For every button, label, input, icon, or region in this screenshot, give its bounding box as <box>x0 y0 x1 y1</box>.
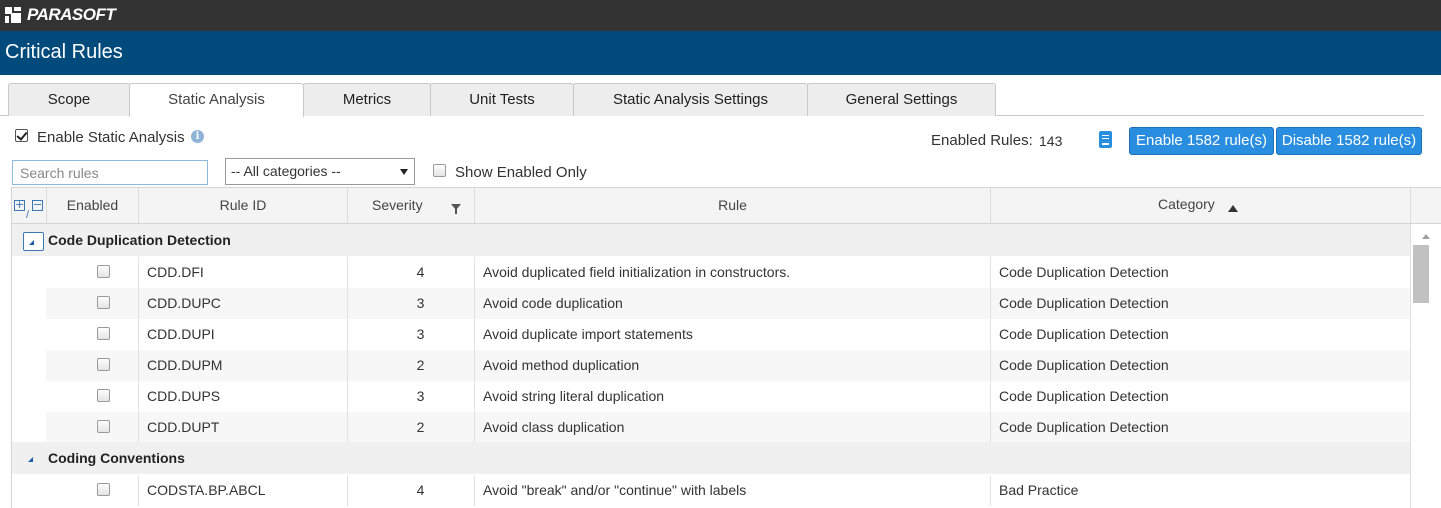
category-select-value: -- All categories -- <box>231 163 341 179</box>
parasoft-logo-icon <box>5 7 23 23</box>
table-row[interactable]: CODSTA.BP.ABCL 4 Avoid "break" and/or "con… <box>46 475 1410 506</box>
rule-severity: 4 <box>416 482 425 498</box>
tab-metrics[interactable]: Metrics <box>303 83 431 116</box>
group-row[interactable]: Coding Conventions <box>12 442 1410 474</box>
top-bar: PARASOFT <box>0 0 1441 31</box>
group-label: Coding Conventions <box>48 450 185 466</box>
column-header-category-label: Category <box>1158 196 1215 212</box>
rule-description: Avoid method duplication <box>483 357 640 373</box>
category-select[interactable]: -- All categories -- <box>225 158 415 185</box>
scroll-up-icon[interactable] <box>1422 234 1430 239</box>
expand-all-icon[interactable]: + <box>14 199 25 211</box>
tab-scope[interactable]: Scope <box>8 83 130 116</box>
rule-id: CDD.DUPS <box>147 388 221 404</box>
rule-category: Code Duplication Detection <box>999 264 1169 280</box>
tab-unit-tests[interactable]: Unit Tests <box>430 83 574 116</box>
group-row[interactable]: Code Duplication Detection <box>12 224 1410 256</box>
rule-id: CDD.DUPC <box>147 295 221 311</box>
rule-category: Code Duplication Detection <box>999 326 1169 342</box>
enable-rules-button[interactable]: Enable 1582 rule(s) <box>1129 127 1274 155</box>
info-icon[interactable]: i <box>191 130 204 143</box>
rule-id: CDD.DUPT <box>147 419 220 435</box>
table-row[interactable]: CDD.DUPM 2 Avoid method duplication Code Du… <box>46 350 1410 381</box>
rule-category: Code Duplication Detection <box>999 357 1169 373</box>
rule-description: Avoid "break" and/or "continue" with lab… <box>483 482 747 498</box>
rule-enabled-checkbox[interactable] <box>97 483 110 496</box>
page-header: Critical Rules <box>0 31 1441 75</box>
enable-static-analysis-checkbox[interactable] <box>15 129 28 142</box>
rule-enabled-checkbox[interactable] <box>97 327 110 340</box>
table-row[interactable]: CDD.DUPT 2 Avoid class duplication Code Dup… <box>46 412 1410 443</box>
search-rules-input[interactable] <box>12 160 208 185</box>
rule-severity: 3 <box>416 295 425 311</box>
column-header-rule-id[interactable]: Rule ID <box>139 188 348 224</box>
collapse-group-toggle[interactable] <box>23 232 44 251</box>
column-header-severity-label: Severity <box>372 197 423 213</box>
rule-id: CODSTA.BP.ABCL <box>147 482 266 498</box>
book-icon[interactable] <box>1099 131 1112 148</box>
rule-enabled-checkbox[interactable] <box>97 420 110 433</box>
triangle-icon <box>29 240 34 245</box>
rule-category: Code Duplication Detection <box>999 295 1169 311</box>
rule-severity: 4 <box>416 264 425 280</box>
rule-description: Avoid code duplication <box>483 295 623 311</box>
page-title: Critical Rules <box>5 41 123 63</box>
rule-severity: 2 <box>416 419 425 435</box>
rule-id: CDD.DUPI <box>147 326 215 342</box>
table-row[interactable]: CDD.DUPC 3 Avoid code duplication Code Dupl… <box>46 288 1410 319</box>
enable-static-analysis-label: Enable Static Analysis <box>37 129 185 146</box>
rule-severity: 3 <box>416 388 425 404</box>
grid-header: + / − Enabled Rule ID Severity Rule Cate… <box>12 187 1441 224</box>
rule-id: CDD.DUPM <box>147 357 223 373</box>
column-header-rule[interactable]: Rule <box>475 188 991 224</box>
table-row[interactable]: CDD.DFI 4 Avoid duplicated field initializ… <box>46 257 1410 288</box>
expand-collapse-cell: + / − <box>12 188 47 224</box>
column-header-enabled[interactable]: Enabled <box>47 188 139 224</box>
table-row[interactable]: CDD.DUPS 3 Avoid string literal duplicatio… <box>46 381 1410 412</box>
rule-category: Code Duplication Detection <box>999 388 1169 404</box>
filter-icon[interactable] <box>451 204 461 214</box>
rules-grid: + / − Enabled Rule ID Severity Rule Cate… <box>11 187 1441 508</box>
group-label: Code Duplication Detection <box>48 232 231 248</box>
enabled-rules-count: 143 <box>1039 133 1063 149</box>
rule-description: Avoid string literal duplication <box>483 388 665 404</box>
enabled-rules-label: Enabled Rules: <box>931 132 1033 149</box>
tab-static-analysis-settings[interactable]: Static Analysis Settings <box>573 83 808 116</box>
rule-enabled-checkbox[interactable] <box>97 389 110 402</box>
rule-enabled-checkbox[interactable] <box>97 358 110 371</box>
rule-enabled-checkbox[interactable] <box>97 265 110 278</box>
rule-severity: 2 <box>416 357 425 373</box>
tab-static-analysis[interactable]: Static Analysis <box>129 83 304 117</box>
vertical-scrollbar[interactable] <box>1410 224 1441 508</box>
disable-rules-button[interactable]: Disable 1582 rule(s) <box>1276 127 1422 155</box>
brand-name: PARASOFT <box>27 5 116 24</box>
tab-bar: Scope Static Analysis Metrics Unit Tests… <box>0 82 1424 117</box>
table-row[interactable]: CDD.DUPI 3 Avoid duplicate import statemen… <box>46 319 1410 350</box>
parasoft-logo: PARASOFT <box>5 5 116 25</box>
show-enabled-only-label: Show Enabled Only <box>455 164 587 181</box>
triangle-icon <box>28 457 33 462</box>
collapse-group-toggle[interactable] <box>23 450 44 469</box>
rule-category: Code Duplication Detection <box>999 419 1169 435</box>
column-header-category[interactable]: Category <box>991 188 1411 224</box>
column-header-severity[interactable]: Severity <box>348 188 475 224</box>
rule-enabled-checkbox[interactable] <box>97 296 110 309</box>
scrollbar-thumb[interactable] <box>1413 245 1429 303</box>
rule-description: Avoid class duplication <box>483 419 625 435</box>
tab-general-settings[interactable]: General Settings <box>807 83 996 116</box>
rule-description: Avoid duplicate import statements <box>483 326 693 342</box>
show-enabled-only-checkbox[interactable] <box>433 164 446 177</box>
rule-severity: 3 <box>416 326 425 342</box>
chevron-down-icon <box>400 169 408 175</box>
rule-description: Avoid duplicated field initialization in… <box>483 264 791 280</box>
rule-id: CDD.DFI <box>147 264 204 280</box>
sort-ascending-icon[interactable] <box>1228 205 1238 212</box>
rule-category: Bad Practice <box>999 482 1079 498</box>
collapse-all-icon[interactable]: − <box>32 199 43 211</box>
